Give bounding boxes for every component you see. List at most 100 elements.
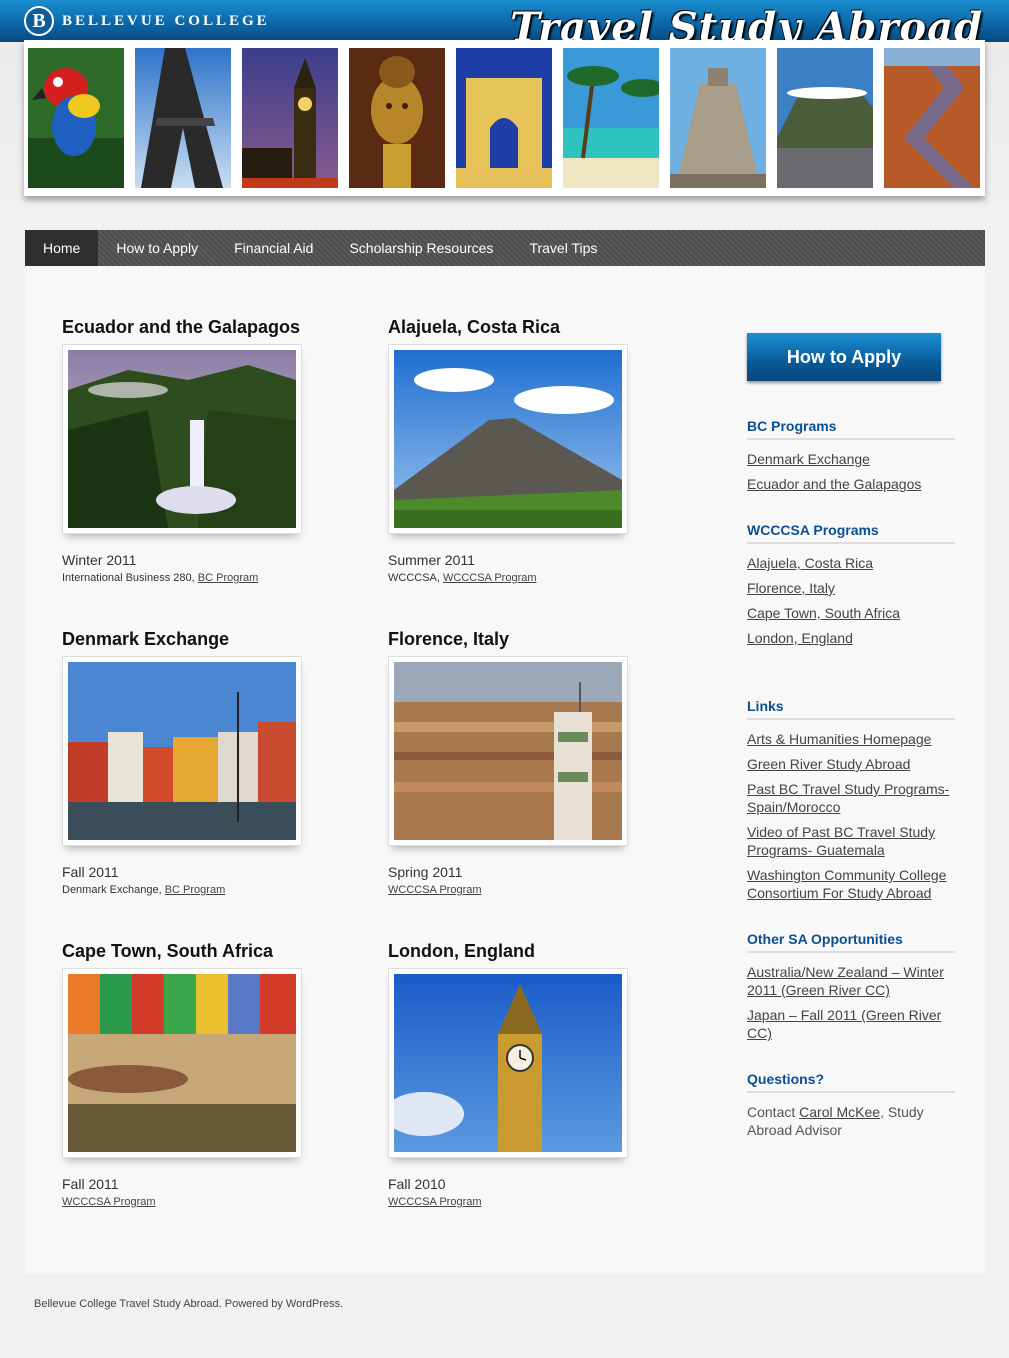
sidebar-link[interactable]: Florence, Italy <box>747 580 835 596</box>
program-season: Fall 2010 <box>388 1176 446 1192</box>
program-link[interactable]: BC Program <box>198 572 259 584</box>
program-card: Cape Town, South Africa Fall 2011 WCCCSA… <box>62 941 322 1208</box>
program-season: Fall 2011 <box>62 1176 119 1192</box>
main-content: Ecuador and the Galapagos Winter 2011 In… <box>25 266 985 1274</box>
sidebar-heading: WCCCSA Programs <box>747 522 955 544</box>
sidebar-wcccsa-programs: WCCCSA Programs Alajuela, Costa Rica Flo… <box>747 522 955 654</box>
florence-city-photo <box>394 662 622 840</box>
waterfall-jungle-photo <box>68 350 296 528</box>
sidebar-heading: BC Programs <box>747 418 955 440</box>
sidebar-link[interactable]: Arts & Humanities Homepage <box>747 731 931 747</box>
sidebar-link[interactable]: Australia/New Zealand – Winter 2011 (Gre… <box>747 964 944 998</box>
program-description: WCCCSA Program <box>62 1196 322 1208</box>
sidebar-other-opportunities: Other SA Opportunities Australia/New Zea… <box>747 931 955 1049</box>
program-photo-frame[interactable] <box>62 344 302 534</box>
program-photo-frame[interactable] <box>62 656 302 846</box>
sidebar-list-item: Ecuador and the Galapagos <box>747 475 955 493</box>
nav-financial-aid[interactable]: Financial Aid <box>216 230 331 266</box>
program-link[interactable]: WCCCSA Program <box>443 572 537 584</box>
program-description: WCCCSA, WCCCSA Program <box>388 572 648 584</box>
contact-prefix: Contact <box>747 1104 800 1120</box>
program-photo-frame[interactable] <box>62 968 302 1158</box>
sidebar-list-item: Alajuela, Costa Rica <box>747 554 955 572</box>
site-header: B BELLEVUE COLLEGE Travel Study Abroad <box>0 0 1009 210</box>
main-nav: Home How to Apply Financial Aid Scholars… <box>25 230 985 266</box>
mountain-city-stamp-image <box>777 48 873 188</box>
sidebar-link[interactable]: Alajuela, Costa Rica <box>747 555 873 571</box>
top-bar: B BELLEVUE COLLEGE Travel Study Abroad <box>0 0 1009 51</box>
program-season: Fall 2011 <box>62 864 119 880</box>
sidebar-list-item: Australia/New Zealand – Winter 2011 (Gre… <box>747 963 955 999</box>
sidebar-link[interactable]: Ecuador and the Galapagos <box>747 476 921 492</box>
sidebar-link[interactable]: Video of Past BC Travel Study Programs- … <box>747 824 935 858</box>
sidebar-link[interactable]: Past BC Travel Study Programs-Spain/Moro… <box>747 781 949 815</box>
program-season: Spring 2011 <box>388 864 463 880</box>
program-card: Alajuela, Costa Rica Summer 2011 WCCCSA,… <box>388 317 648 584</box>
sidebar-link[interactable]: Cape Town, South Africa <box>747 605 900 621</box>
sidebar-list-item: Past BC Travel Study Programs-Spain/Moro… <box>747 780 955 816</box>
sidebar-list-item: Washington Community College Consortium … <box>747 866 955 902</box>
nav-home[interactable]: Home <box>25 230 99 266</box>
program-title[interactable]: Ecuador and the Galapagos <box>62 317 322 338</box>
sidebar-list-item: Japan – Fall 2011 (Green River CC) <box>747 1006 955 1042</box>
sidebar-list-item: Florence, Italy <box>747 579 955 597</box>
contact-link[interactable]: Carol McKee <box>799 1104 880 1120</box>
sidebar-questions: Questions? Contact Carol McKee, Study Ab… <box>747 1071 955 1139</box>
program-link[interactable]: WCCCSA Program <box>62 1196 156 1208</box>
sidebar-list-item: London, England <box>747 629 955 647</box>
golden-statue-stamp-image <box>349 48 445 188</box>
program-desc-text: WCCCSA, <box>388 572 443 584</box>
arc-de-triomphe-stamp-image <box>456 48 552 188</box>
beach-huts-photo <box>68 974 296 1152</box>
sidebar-link[interactable]: Denmark Exchange <box>747 451 870 467</box>
program-title[interactable]: Denmark Exchange <box>62 629 322 650</box>
nav-travel-tips[interactable]: Travel Tips <box>511 230 615 266</box>
program-photo-frame[interactable] <box>388 968 628 1158</box>
site-footer: Bellevue College Travel Study Abroad. Po… <box>34 1298 344 1310</box>
program-card: Florence, Italy Spring 2011 WCCCSA Progr… <box>388 629 648 896</box>
big-ben-night-stamp-image <box>242 48 338 188</box>
program-title[interactable]: Alajuela, Costa Rica <box>388 317 648 338</box>
sidebar-heading: Other SA Opportunities <box>747 931 955 953</box>
program-card: Denmark Exchange Fall 2011 Denmark Excha… <box>62 629 322 896</box>
program-link[interactable]: WCCCSA Program <box>388 884 482 896</box>
sidebar-list-item: Green River Study Abroad <box>747 755 955 773</box>
sidebar-link[interactable]: Japan – Fall 2011 (Green River CC) <box>747 1007 941 1041</box>
nav-scholarship-resources[interactable]: Scholarship Resources <box>331 230 511 266</box>
program-card: Ecuador and the Galapagos Winter 2011 In… <box>62 317 322 584</box>
program-title[interactable]: London, England <box>388 941 648 962</box>
college-logo[interactable]: B BELLEVUE COLLEGE <box>24 6 270 36</box>
sidebar-links: Links Arts & Humanities Homepage Green R… <box>747 698 955 909</box>
pyramid-stamp-image <box>670 48 766 188</box>
sidebar-heading: Links <box>747 698 955 720</box>
program-description: WCCCSA Program <box>388 884 648 896</box>
parrot-stamp-image <box>28 48 124 188</box>
contact-text: Contact Carol McKee, Study Abroad Adviso… <box>747 1103 955 1139</box>
sidebar-link[interactable]: Washington Community College Consortium … <box>747 867 946 901</box>
college-name: BELLEVUE COLLEGE <box>62 12 270 29</box>
program-link[interactable]: WCCCSA Program <box>388 1196 482 1208</box>
eiffel-tower-stamp-image <box>135 48 231 188</box>
program-description: International Business 280, BC Program <box>62 572 322 584</box>
stamp-banner <box>24 40 985 196</box>
sidebar-link[interactable]: London, England <box>747 630 853 646</box>
program-title[interactable]: Florence, Italy <box>388 629 648 650</box>
beach-palm-stamp-image <box>563 48 659 188</box>
program-description: WCCCSA Program <box>388 1196 648 1208</box>
nav-how-to-apply[interactable]: How to Apply <box>98 230 216 266</box>
logo-icon: B <box>24 6 54 36</box>
program-photo-frame[interactable] <box>388 344 628 534</box>
sidebar-list-item: Video of Past BC Travel Study Programs- … <box>747 823 955 859</box>
program-photo-frame[interactable] <box>388 656 628 846</box>
sidebar-link[interactable]: Green River Study Abroad <box>747 756 910 772</box>
great-wall-stamp-image <box>884 48 980 188</box>
program-link[interactable]: BC Program <box>165 884 226 896</box>
sidebar-list-item: Denmark Exchange <box>747 450 955 468</box>
program-season: Summer 2011 <box>388 552 475 568</box>
program-title[interactable]: Cape Town, South Africa <box>62 941 322 962</box>
sidebar-bc-programs: BC Programs Denmark Exchange Ecuador and… <box>747 418 955 500</box>
how-to-apply-button[interactable]: How to Apply <box>747 333 941 381</box>
sidebar-heading: Questions? <box>747 1071 955 1093</box>
big-ben-photo <box>394 974 622 1152</box>
sidebar-list-item: Cape Town, South Africa <box>747 604 955 622</box>
